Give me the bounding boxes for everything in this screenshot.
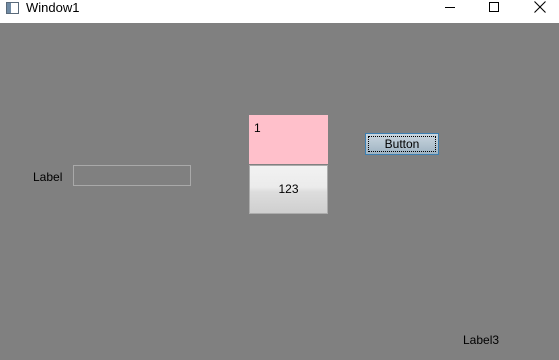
main-button[interactable]: Button bbox=[365, 133, 439, 155]
number-button[interactable]: 123 bbox=[249, 165, 328, 214]
title-bar[interactable]: Window1 bbox=[0, 0, 559, 23]
window-title: Window1 bbox=[26, 0, 80, 15]
close-button[interactable] bbox=[517, 0, 559, 16]
minimize-icon bbox=[445, 7, 455, 8]
pink-box-text: 1 bbox=[254, 121, 261, 135]
maximize-icon bbox=[489, 2, 499, 12]
field-label: Label bbox=[33, 170, 63, 184]
app-window-icon bbox=[6, 2, 19, 14]
bottom-label: Label3 bbox=[463, 333, 500, 347]
focus-indicator bbox=[368, 136, 436, 152]
pink-text-box: 1 bbox=[249, 115, 328, 164]
text-input[interactable] bbox=[73, 165, 191, 186]
close-icon bbox=[534, 1, 546, 13]
main-window: Window1 Label 1 123 Button Label3 bbox=[0, 0, 559, 360]
minimize-button[interactable] bbox=[427, 0, 473, 16]
maximize-button[interactable] bbox=[471, 0, 517, 16]
